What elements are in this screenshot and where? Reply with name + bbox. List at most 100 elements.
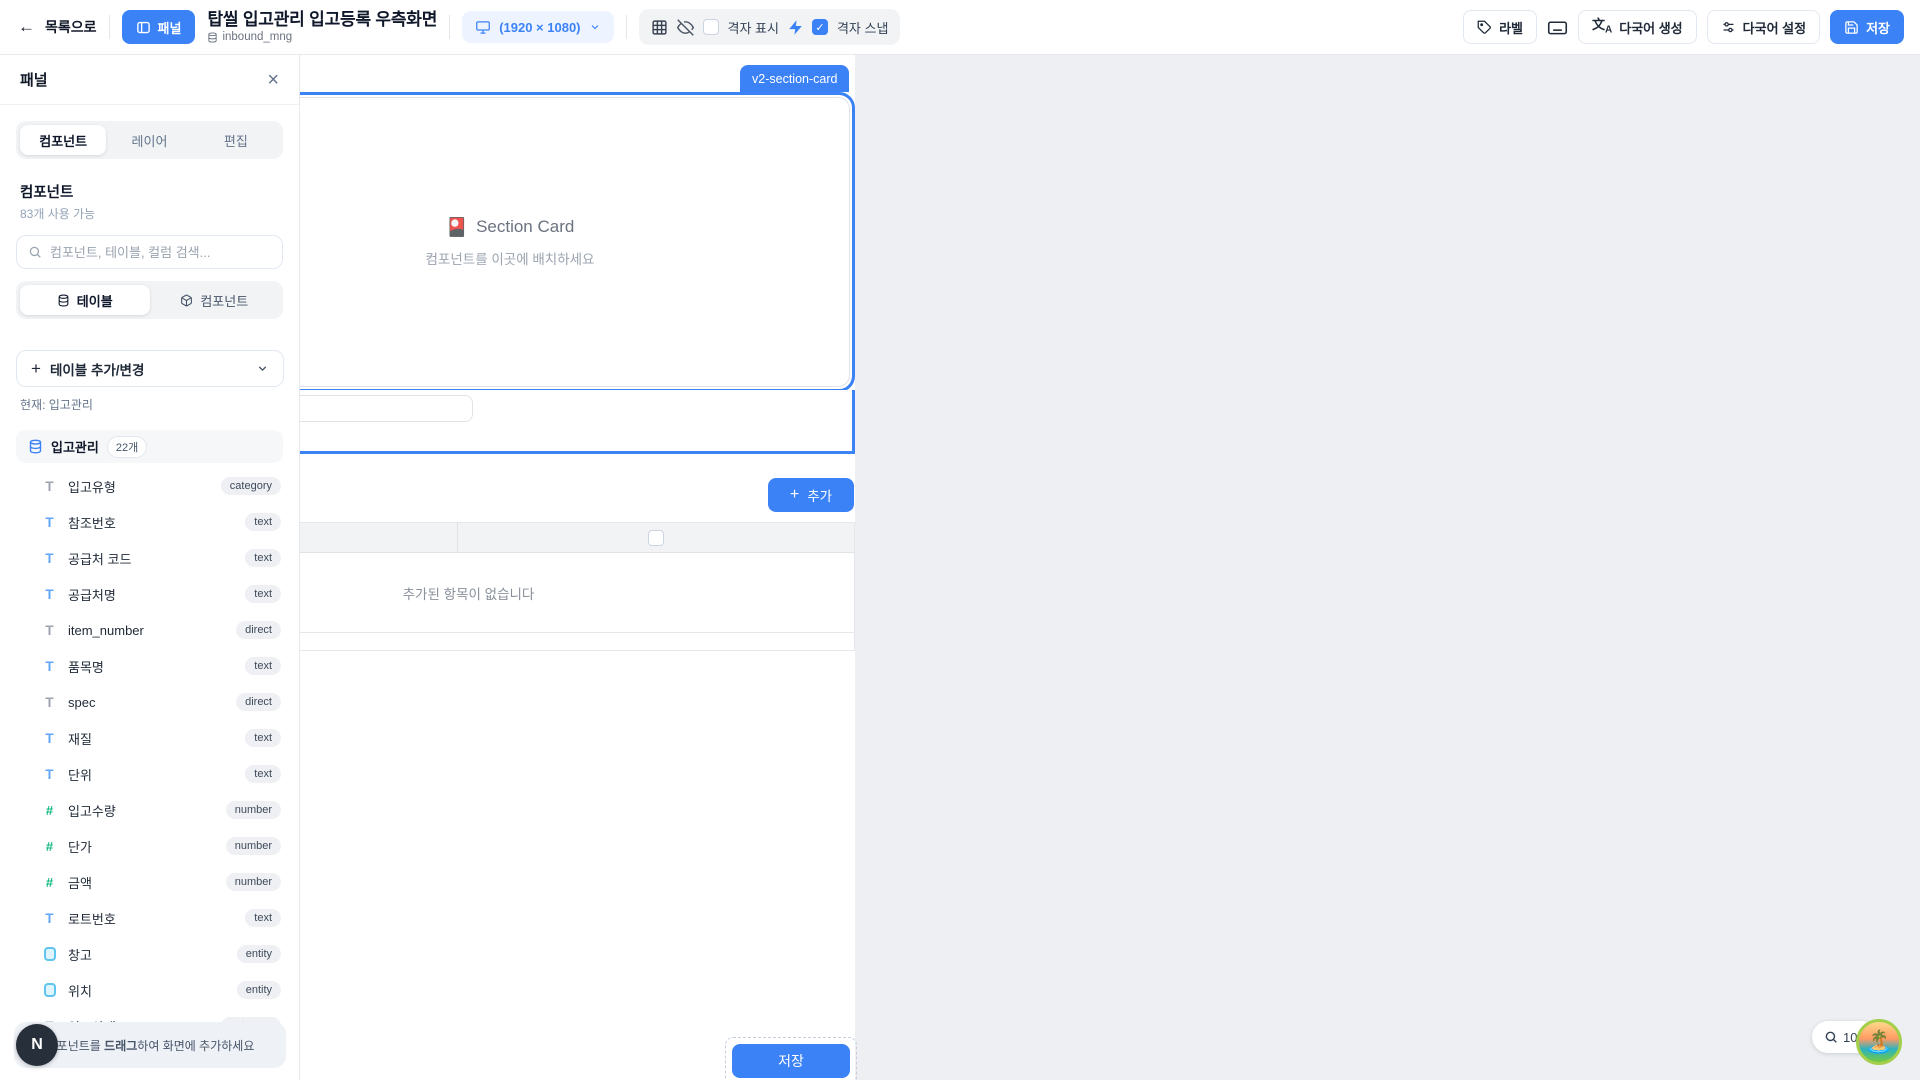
field-row[interactable]: #단가number — [0, 828, 299, 864]
back-label: 목록으로 — [45, 17, 97, 37]
toggle-components[interactable]: 컴포넌트 — [150, 285, 280, 315]
field-type-badge: category — [221, 477, 281, 495]
search-box[interactable] — [16, 235, 283, 269]
tag-icon — [1477, 20, 1492, 35]
keyboard-shortcuts-button[interactable] — [1547, 17, 1568, 38]
i18n-settings-button[interactable]: 다국어 설정 — [1707, 10, 1820, 44]
database-icon — [57, 294, 70, 307]
section-card-title-row: 🎴 Section Card — [446, 217, 575, 238]
add-change-table-label: 테이블 추가/변경 — [50, 359, 247, 379]
field-type-badge: number — [226, 801, 281, 819]
field-row[interactable]: #금액number — [0, 864, 299, 900]
field-type-badge: entity — [237, 981, 281, 999]
field-name: 입고유형 — [68, 477, 210, 496]
components-title: 컴포넌트 — [20, 181, 279, 202]
field-type-badge: number — [226, 873, 281, 891]
panel-tabs: 컴포넌트 레이어 편집 — [16, 121, 283, 159]
toggle-tables-label: 테이블 — [77, 291, 113, 310]
save-button-header[interactable]: 저장 — [1830, 10, 1904, 44]
field-row[interactable]: T로트번호text — [0, 900, 299, 936]
i18n-settings-label: 다국어 설정 — [1743, 18, 1806, 37]
add-item-label: 추가 — [807, 485, 832, 505]
field-type-badge: text — [245, 513, 281, 531]
text-icon: T — [42, 515, 57, 530]
eye-off-icon[interactable] — [677, 19, 694, 36]
panel-button-label: 패널 — [158, 18, 182, 37]
keyboard-icon — [1547, 17, 1568, 38]
field-name: spec — [68, 695, 225, 710]
field-row[interactable]: # 입고수량 number — [0, 792, 299, 828]
field-list: T 입고유형 category T참조번호text T 공급처 코드 text T 공급처… — [0, 468, 299, 1036]
field-row[interactable]: T재질text — [0, 720, 299, 756]
save-icon — [1844, 20, 1859, 35]
field-row[interactable]: Titem_numberdirect — [0, 612, 299, 648]
save-selection-outline: 저장 — [725, 1037, 857, 1080]
field-row[interactable]: T품목명text — [0, 648, 299, 684]
close-icon[interactable]: × — [267, 70, 279, 90]
island-avatar[interactable]: 🏝️ — [1856, 1019, 1902, 1065]
number-icon: # — [42, 803, 57, 818]
field-name: 단가 — [68, 837, 215, 856]
field-type-badge: text — [245, 657, 281, 675]
empty-state-text: 추가된 항목이 없습니다 — [403, 583, 535, 603]
panel-toggle-button[interactable]: 패널 — [122, 10, 196, 44]
database-icon — [207, 32, 218, 43]
field-type-badge: text — [245, 549, 281, 567]
field-row[interactable]: T단위text — [0, 756, 299, 792]
field-name: 재질 — [68, 729, 234, 748]
back-to-list-button[interactable]: ← 목록으로 — [18, 17, 97, 37]
field-row[interactable]: T참조번호text — [0, 504, 299, 540]
app-root: ← 목록으로 패널 탑씰 입고관리 입고등록 우측화면 inbound_mng — [0, 0, 1920, 1080]
back-arrow-icon: ← — [18, 17, 35, 37]
add-item-button[interactable]: + 추가 — [768, 478, 854, 512]
i18n-generate-button[interactable]: 文A 다국어 생성 — [1578, 10, 1697, 44]
save-button-label: 저장 — [1866, 18, 1890, 37]
entity-icon — [44, 947, 56, 961]
field-name: 입고수량 — [68, 801, 215, 820]
field-name: 공급처명 — [68, 585, 234, 604]
screen-size-selector[interactable]: (1920 × 1080) — [462, 11, 613, 43]
user-cursor-avatar[interactable]: N — [16, 1024, 58, 1066]
monitor-icon — [475, 20, 491, 35]
grid-show-checkbox[interactable] — [703, 19, 719, 35]
card-emoji-icon: 🎴 — [446, 217, 468, 238]
field-type-badge: number — [226, 837, 281, 855]
select-all-checkbox[interactable] — [648, 530, 664, 546]
text-icon: T — [42, 731, 57, 746]
search-icon — [28, 245, 42, 259]
search-input[interactable] — [50, 245, 271, 260]
i18n-generate-label: 다국어 생성 — [1619, 18, 1682, 37]
plus-icon: + — [790, 487, 799, 503]
chevron-down-icon — [256, 362, 269, 375]
table-group-header[interactable]: 입고관리 22개 — [16, 430, 283, 463]
divider — [626, 15, 627, 39]
cube-icon — [180, 294, 193, 307]
page-title: 탑씰 입고관리 입고등록 우측화면 — [207, 10, 437, 30]
field-row[interactable]: 창고entity — [0, 936, 299, 972]
items-table-col2 — [458, 523, 854, 552]
field-name: 공급처 코드 — [68, 549, 234, 568]
text-icon: T — [42, 659, 57, 674]
screen-size-value: (1920 × 1080) — [499, 20, 580, 35]
field-row[interactable]: T공급처명text — [0, 576, 299, 612]
text-icon: T — [42, 587, 57, 602]
tab-components[interactable]: 컴포넌트 — [20, 125, 106, 155]
plus-icon: + — [31, 359, 41, 379]
grid-snap-checkbox[interactable]: ✓ — [812, 19, 828, 35]
toggle-tables[interactable]: 테이블 — [20, 285, 150, 315]
field-row[interactable]: T공급처 코드text — [0, 540, 299, 576]
field-row[interactable]: Tspecdirect — [0, 684, 299, 720]
label-button[interactable]: 라벨 — [1463, 10, 1537, 44]
grid-icon[interactable] — [651, 19, 668, 36]
top-bar-left: ← 목록으로 패널 탑씰 입고관리 입고등록 우측화면 inbound_mng — [18, 9, 900, 45]
tab-layers[interactable]: 레이어 — [106, 125, 192, 155]
add-change-table-button[interactable]: + 테이블 추가/변경 — [16, 350, 284, 387]
number-icon: # — [42, 875, 57, 890]
panel-icon — [136, 20, 151, 35]
field-row[interactable]: T입고유형category — [0, 468, 299, 504]
field-row[interactable]: 위치entity — [0, 972, 299, 1008]
section-card-title: Section Card — [476, 217, 574, 237]
canvas-save-button[interactable]: 저장 — [732, 1044, 850, 1078]
top-bar: ← 목록으로 패널 탑씰 입고관리 입고등록 우측화면 inbound_mng — [0, 0, 1920, 55]
tab-edit[interactable]: 편집 — [193, 125, 279, 155]
